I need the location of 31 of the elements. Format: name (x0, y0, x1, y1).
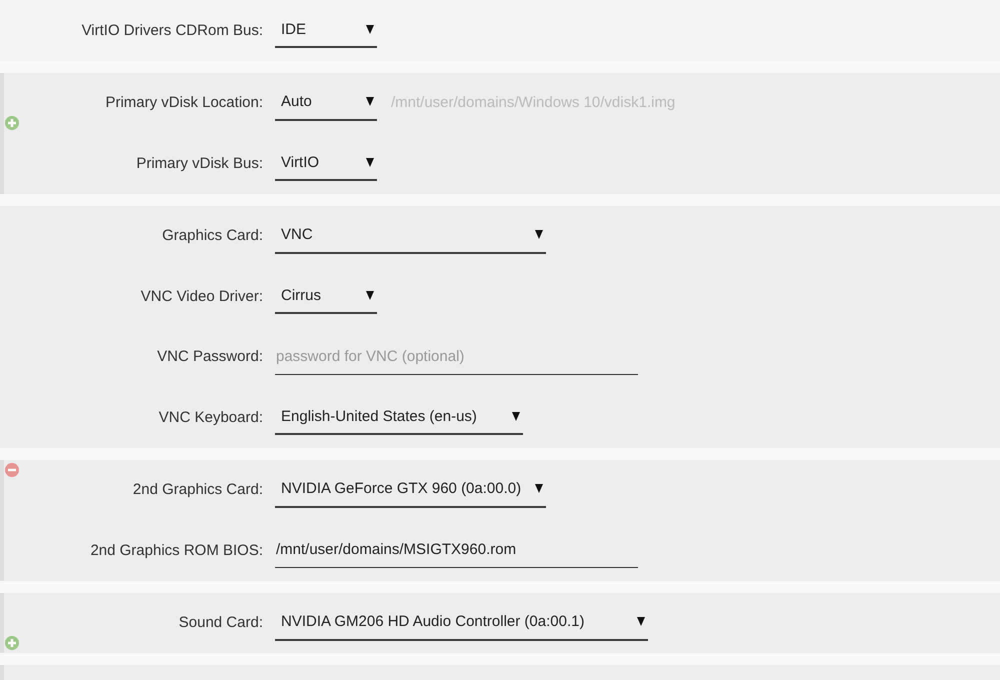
dropdown[interactable]: VNC (275, 218, 546, 254)
dropdown[interactable]: Cirrus (275, 278, 377, 314)
dropdown[interactable]: NVIDIA GeForce GTX 960 (0a:00.0) (275, 472, 546, 508)
caret-icon (366, 97, 374, 106)
dropdown[interactable]: NVIDIA GM206 HD Audio Controller (0a:00.1) (275, 604, 648, 641)
field-label: VirtIO Drivers CDRom Bus: (80, 22, 263, 39)
field-label: 2nd Graphics ROM BIOS: (89, 542, 263, 559)
caret-icon (535, 230, 543, 240)
field-label: 2nd Graphics Card: (132, 481, 263, 498)
field-label: VNC Password: (156, 348, 263, 366)
caret-icon (535, 484, 543, 494)
field-label: VNC Video Driver: (140, 288, 263, 305)
dropdown[interactable]: IDE (275, 12, 377, 48)
dropdown[interactable]: VirtIO (275, 145, 377, 182)
field-label: Graphics Card: (161, 227, 263, 244)
field-label: Primary vDisk Bus: (135, 154, 263, 172)
field-label: VNC Keyboard: (158, 408, 263, 426)
plus-circle-icon[interactable] (5, 636, 19, 650)
text-field[interactable]: /mnt/user/domains/MSIGTX960.rom (275, 532, 638, 568)
caret-icon (366, 158, 374, 167)
password-field[interactable]: password for VNC (optional) (275, 338, 638, 375)
dropdown[interactable]: English-United States (en-us) (275, 399, 523, 436)
caret-icon (366, 290, 374, 300)
field-label: Primary vDisk Location: (104, 94, 263, 112)
minus-circle-icon[interactable] (5, 462, 19, 476)
field-label: Sound Card: (178, 614, 263, 632)
dropdown[interactable]: Auto (275, 84, 377, 121)
caret-icon (637, 617, 645, 626)
plus-circle-icon[interactable] (5, 116, 19, 130)
caret-icon (366, 24, 374, 34)
caret-icon (512, 412, 520, 421)
